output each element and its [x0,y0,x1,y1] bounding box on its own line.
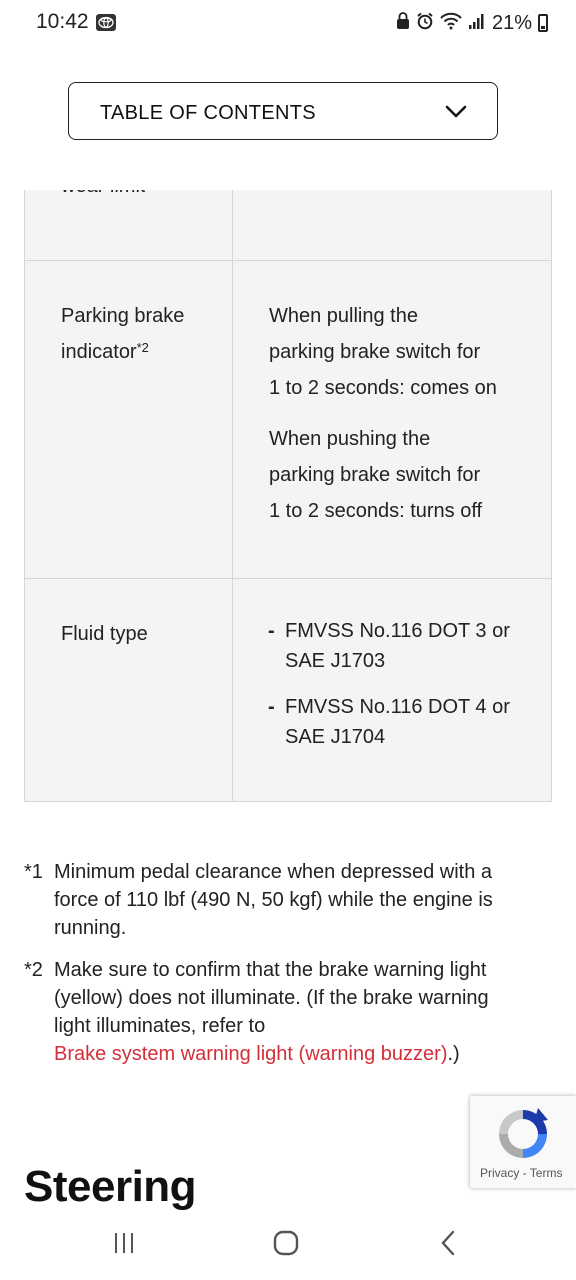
value-line: When pulling the [269,305,418,327]
alarm-icon [416,12,434,35]
value-line: When pushing the [269,428,431,450]
recent-apps-button[interactable] [84,1210,164,1280]
terms-link[interactable]: Terms [530,1166,563,1180]
status-time: 10:42 [36,10,89,33]
value-line: SAE J1704 [285,726,386,748]
home-button[interactable] [246,1210,326,1280]
footnote-line: (yellow) does not illuminate. (If the br… [54,987,489,1009]
value-line: SAE J1703 [285,650,386,672]
value-line: FMVSS No.116 DOT 3 or [285,620,510,642]
footnote-line: running. [54,917,127,939]
link-suffix: .) [447,1043,460,1065]
footnote-1: *1 Minimum pedal clearance when depresse… [24,858,554,942]
battery-icon [538,14,548,32]
value-line: 1 to 2 seconds: comes on [269,377,497,399]
value-line: parking brake switch for [269,464,481,486]
footnote-2: *2 Make sure to confirm that the brake w… [24,956,554,1068]
recaptcha-badge[interactable]: Privacy - Terms [470,1096,576,1188]
footnote-mark: *1 [24,861,43,883]
back-button[interactable] [408,1210,488,1280]
row-label-wear-limit: wear limit [61,190,145,198]
column-divider [232,190,233,801]
table-of-contents-dropdown[interactable]: TABLE OF CONTENTS [68,82,498,140]
footnote-line: light illuminates, refer to [54,1015,266,1037]
row-divider [25,578,551,579]
dash-bullet: - [268,696,275,718]
separator: - [519,1166,530,1180]
footnote-mark: *2 [24,959,43,981]
chevron-down-icon [445,105,467,124]
row-divider [25,260,551,261]
status-bar: 10:42 21% [0,0,576,44]
footnote-line: Make sure to confirm that the brake warn… [54,959,487,981]
wifi-icon [440,12,462,35]
recent-apps-icon [112,1231,136,1260]
recaptcha-links: Privacy - Terms [480,1166,562,1180]
system-navigation-bar [0,1210,576,1280]
toc-label: TABLE OF CONTENTS [100,102,316,124]
privacy-link[interactable]: Privacy [480,1166,519,1180]
value-line: FMVSS No.116 DOT 4 or [285,696,510,718]
battery-percentage: 21% [491,11,532,34]
label-text: Parking brake indicator [61,305,185,363]
list-item: - FMVSS No.116 DOT 4 or SAE J1704 [268,692,510,752]
dash-bullet: - [268,620,275,642]
brake-specification-table: wear limit Parking brake indicator*2 Whe… [24,190,552,802]
row-value-parking-brake: When pulling the parking brake switch fo… [269,298,539,529]
brake-warning-light-link[interactable]: Brake system warning light (warning buzz… [54,1043,448,1065]
recaptcha-icon [494,1106,552,1167]
row-label-parking-brake: Parking brake indicator*2 [61,298,221,370]
toyota-app-icon [96,14,116,31]
footnote-ref: *2 [136,340,149,355]
footnote-line: force of 110 lbf (490 N, 50 kgf) while t… [54,889,493,911]
footnote-line: Minimum pedal clearance when depressed w… [54,861,493,883]
section-heading-steering: Steering [24,1162,197,1210]
list-item: - FMVSS No.116 DOT 3 or SAE J1703 [268,616,510,676]
lock-icon [396,11,410,35]
back-icon [439,1230,457,1261]
home-icon [273,1230,299,1261]
value-line: 1 to 2 seconds: turns off [269,500,483,522]
row-label-fluid-type: Fluid type [61,623,148,645]
table-row: wear limit [61,190,145,202]
signal-icon [468,12,486,35]
value-line: parking brake switch for [269,341,481,363]
